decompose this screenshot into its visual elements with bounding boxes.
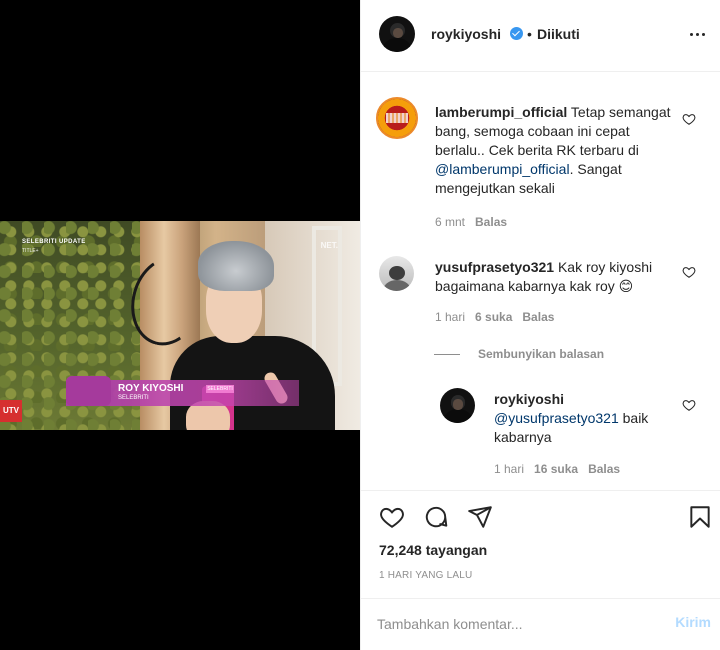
video-lower-third: ROY KIYOSHI SELEBRITI SELEBRITI (66, 376, 299, 406)
comment-body: yusufprasetyo321 Kak roy kiyoshi bagaima… (435, 258, 675, 296)
comment-body: lamberumpi_official Tetap semangat bang,… (435, 103, 675, 198)
author-username[interactable]: roykiyoshi (431, 26, 501, 42)
share-icon[interactable] (467, 504, 493, 530)
view-count[interactable]: 72,248 tayangan (379, 542, 487, 558)
video-corner-tag: SELEBRITI UPDATE (22, 239, 86, 245)
verified-badge-icon (510, 27, 523, 40)
comment-meta: 1 hari 6 suka Balas (435, 310, 564, 324)
comment-mention-link[interactable]: @lamberumpi_official (435, 161, 570, 177)
comment-time: 1 hari (435, 310, 466, 324)
instagram-post-modal: SELEBRITI UPDATE TITLE+ NET. ROY KIYOSHI… (0, 0, 720, 650)
lower-third-name: ROY KIYOSHI (118, 383, 184, 394)
comment-icon[interactable] (423, 504, 449, 530)
like-reply-heart-icon[interactable] (682, 398, 696, 412)
reply-meta: 1 hari 16 suka Balas (494, 462, 630, 476)
author-avatar[interactable] (379, 16, 415, 52)
video-channel-logo: NET. (320, 241, 338, 250)
post-comment-button[interactable]: Kirim (675, 614, 711, 630)
video-player[interactable]: SELEBRITI UPDATE TITLE+ NET. ROY KIYOSHI… (0, 221, 360, 430)
hide-replies-line (434, 354, 460, 355)
reply-button[interactable]: Balas (522, 310, 554, 324)
header-separator: • (527, 26, 532, 42)
reply-likes[interactable]: 16 suka (534, 462, 578, 476)
add-comment-bar: Kirim (361, 598, 720, 650)
reply-button[interactable]: Balas (588, 462, 620, 476)
reply-time: 1 hari (494, 462, 525, 476)
heart-icon[interactable] (379, 504, 405, 530)
hide-replies-button[interactable]: Sembunyikan balasan (478, 347, 604, 361)
reply-username[interactable]: roykiyoshi (494, 391, 564, 407)
utv-badge: UTV (0, 400, 22, 422)
post-header: roykiyoshi • Diikuti (361, 0, 720, 72)
reply-button[interactable]: Balas (475, 215, 507, 229)
lower-third-chip: SELEBRITI (206, 385, 234, 393)
commenter-avatar[interactable] (376, 97, 418, 139)
like-comment-heart-icon[interactable] (682, 112, 696, 126)
comment-time: 6 mnt (435, 215, 466, 229)
comment-input[interactable] (377, 613, 647, 635)
lower-third-badge (66, 376, 111, 406)
more-options-icon[interactable] (685, 24, 709, 44)
bookmark-icon[interactable] (687, 504, 713, 530)
reply-mention-link[interactable]: @yusufprasetyo321 (494, 410, 619, 426)
reply-body: roykiyoshi @yusufprasetyo321 baik kabarn… (494, 390, 674, 447)
lower-third-role: SELEBRITI (118, 395, 149, 401)
comment-meta: 6 mnt Balas (435, 215, 517, 229)
commenter-avatar[interactable] (379, 256, 414, 291)
comment-username[interactable]: lamberumpi_official (435, 104, 567, 120)
post-timestamp[interactable]: 1 HARI YANG LALU (379, 570, 472, 581)
reply-avatar[interactable] (440, 388, 475, 423)
video-corner-sub: TITLE+ (22, 248, 39, 254)
comment-likes[interactable]: 6 suka (475, 310, 512, 324)
post-side-panel: roykiyoshi • Diikuti lamberumpi_official… (360, 0, 720, 650)
comment-username[interactable]: yusufprasetyo321 (435, 259, 554, 275)
follow-status-button[interactable]: Diikuti (537, 26, 580, 42)
post-actions: 72,248 tayangan 1 HARI YANG LALU (361, 490, 720, 610)
like-comment-heart-icon[interactable] (682, 265, 696, 279)
media-pane: SELEBRITI UPDATE TITLE+ NET. ROY KIYOSHI… (0, 0, 360, 650)
